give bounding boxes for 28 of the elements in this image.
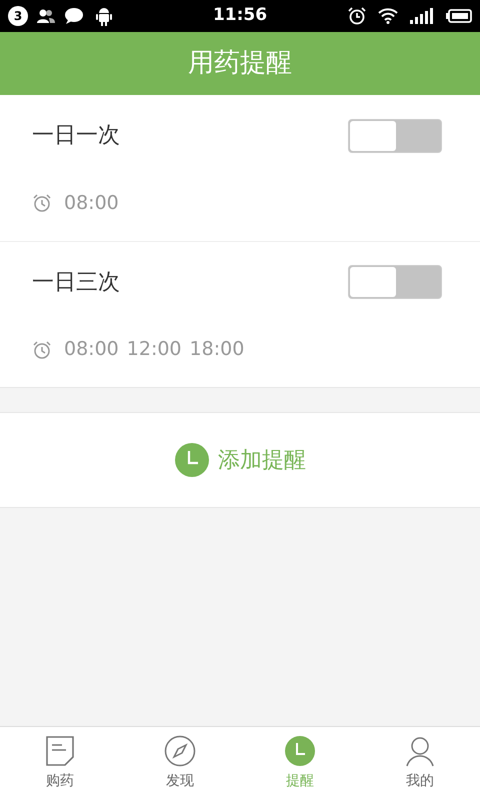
reminder-time: 08:00 (64, 190, 119, 216)
nav-tab[interactable]: 购药 (0, 727, 120, 800)
battery-icon (446, 9, 472, 23)
reminder-name: 一日三次 (32, 268, 120, 297)
people-icon (36, 8, 56, 24)
alarm-clock-icon (32, 340, 52, 360)
wifi-icon (378, 8, 398, 24)
compass-icon (164, 735, 196, 767)
clock-icon (174, 442, 210, 478)
chat-bubble-icon (64, 7, 84, 25)
toggle-switch[interactable] (348, 118, 442, 153)
reminder-name: 一日一次 (32, 122, 120, 150)
reminder-time: 08:00 (64, 337, 119, 362)
toggle-switch[interactable] (348, 265, 442, 300)
alarm-status-icon (348, 7, 366, 25)
android-robot-icon (96, 6, 112, 26)
notification-count: 3 (8, 6, 28, 26)
reminder-time: 12:00 (126, 337, 182, 362)
nav-tab[interactable]: 我的 (360, 727, 480, 800)
header-title: 用药提醒 (188, 47, 292, 80)
person-icon (404, 735, 436, 767)
alarm-clock-icon (32, 193, 52, 213)
note-icon (45, 735, 75, 767)
reminder-time: 18:00 (190, 337, 244, 362)
signal-icon (410, 8, 434, 24)
nav-tab[interactable]: 发现 (120, 727, 240, 800)
clock-icon (284, 735, 316, 767)
clock-time: 11:56 (212, 4, 268, 28)
